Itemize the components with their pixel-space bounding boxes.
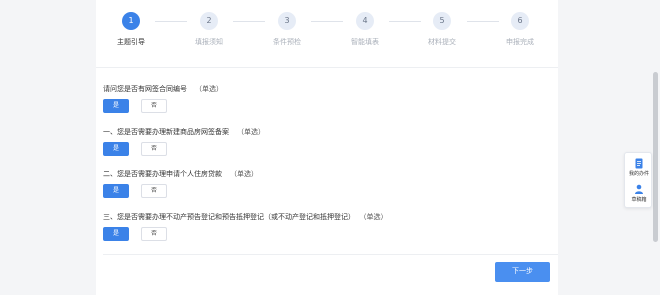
- question-options: 是 否: [103, 227, 167, 241]
- drafts-label: 草稿箱: [631, 197, 647, 203]
- step-number: 4: [356, 12, 374, 30]
- option-no[interactable]: 否: [141, 142, 167, 156]
- step-6[interactable]: 6 申报完成: [490, 12, 550, 47]
- step-number: 5: [433, 12, 451, 30]
- footer-divider: [103, 254, 558, 255]
- next-step-button[interactable]: 下一步: [495, 262, 550, 282]
- step-1[interactable]: 1 主题引导: [101, 12, 161, 47]
- question-options: 是 否: [103, 184, 167, 198]
- scrollbar-thumb[interactable]: [653, 72, 658, 242]
- question-4: 三、您是否需要办理不动产预告登记和预告抵押登记（或不动产登记和抵押登记） （单选）…: [103, 212, 388, 241]
- question-text: 三、您是否需要办理不动产预告登记和预告抵押登记（或不动产登记和抵押登记）: [103, 213, 355, 221]
- option-yes[interactable]: 是: [103, 184, 129, 198]
- step-label: 智能填表: [351, 38, 379, 46]
- option-no[interactable]: 否: [141, 227, 167, 241]
- question-text: 请问您是否有网签合同编号: [103, 85, 187, 93]
- divider: [96, 67, 558, 68]
- stepper: 1 主题引导 2 填报须知 3 条件预检 4 智能填表 5 材料提交 6 申报完…: [0, 12, 660, 52]
- question-1: 请问您是否有网签合同编号 （单选） 是 否: [103, 84, 223, 113]
- step-number: 3: [278, 12, 296, 30]
- question-tag: （单选）: [363, 213, 388, 221]
- question-options: 是 否: [103, 99, 167, 113]
- question-title: 一、您是否需要办理新建商品房网签备案 （单选）: [103, 127, 265, 137]
- document-icon: [625, 158, 653, 169]
- question-tag: （单选）: [195, 85, 223, 93]
- step-number: 1: [122, 12, 140, 30]
- step-number: 6: [511, 12, 529, 30]
- question-title: 二、您是否需要办理申请个人住房贷款 （单选）: [103, 169, 258, 179]
- page: 1 主题引导 2 填报须知 3 条件预检 4 智能填表 5 材料提交 6 申报完…: [0, 0, 660, 295]
- step-3[interactable]: 3 条件预检: [257, 12, 317, 47]
- option-yes[interactable]: 是: [103, 142, 129, 156]
- step-5[interactable]: 5 材料提交: [412, 12, 472, 47]
- user-draft-icon: [625, 184, 653, 195]
- option-no[interactable]: 否: [141, 184, 167, 198]
- question-2: 一、您是否需要办理新建商品房网签备案 （单选） 是 否: [103, 127, 265, 156]
- question-tag: （单选）: [237, 128, 265, 136]
- question-text: 一、您是否需要办理新建商品房网签备案: [103, 128, 229, 136]
- drafts-button[interactable]: 草稿箱: [625, 184, 653, 203]
- question-text: 二、您是否需要办理申请个人住房贷款: [103, 170, 222, 178]
- step-2[interactable]: 2 填报须知: [179, 12, 239, 47]
- option-yes[interactable]: 是: [103, 99, 129, 113]
- question-tag: （单选）: [230, 170, 258, 178]
- step-label: 填报须知: [195, 38, 223, 46]
- option-yes[interactable]: 是: [103, 227, 129, 241]
- step-label: 主题引导: [117, 38, 145, 46]
- question-3: 二、您是否需要办理申请个人住房贷款 （单选） 是 否: [103, 169, 258, 198]
- step-label: 申报完成: [506, 38, 534, 46]
- my-items-button[interactable]: 我的办件: [625, 158, 653, 177]
- step-label: 条件预检: [273, 38, 301, 46]
- my-items-label: 我的办件: [628, 171, 649, 177]
- option-no[interactable]: 否: [141, 99, 167, 113]
- question-options: 是 否: [103, 142, 167, 156]
- step-label: 材料提交: [428, 38, 456, 46]
- floating-panel: 我的办件 草稿箱: [624, 152, 652, 208]
- step-4[interactable]: 4 智能填表: [335, 12, 395, 47]
- question-title: 三、您是否需要办理不动产预告登记和预告抵押登记（或不动产登记和抵押登记） （单选）: [103, 212, 388, 222]
- question-title: 请问您是否有网签合同编号 （单选）: [103, 84, 223, 94]
- step-number: 2: [200, 12, 218, 30]
